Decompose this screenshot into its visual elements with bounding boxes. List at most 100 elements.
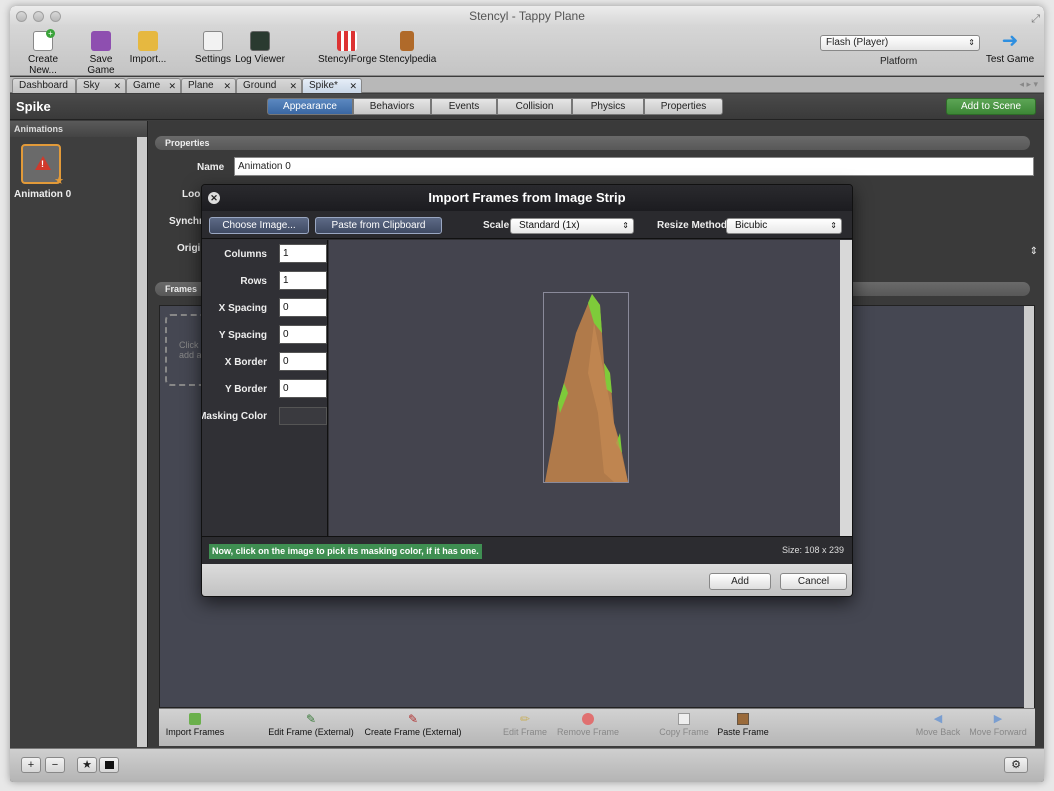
test-game-button[interactable]: ➜ Test Game (982, 31, 1038, 65)
edit-frame-external-button[interactable]: ✎ Edit Frame (External) (265, 713, 357, 737)
status-bar: + − ★ ⚙ (10, 748, 1044, 782)
copy-frame-button[interactable]: Copy Frame (658, 713, 710, 737)
close-icon[interactable]: ✕ (208, 192, 220, 204)
add-button[interactable]: Add (709, 573, 771, 590)
add-animation-button[interactable]: + (21, 757, 41, 773)
remove-animation-button[interactable]: − (45, 757, 65, 773)
exclamation-icon: ! (41, 159, 44, 169)
minimize-window-button[interactable] (33, 11, 44, 22)
x-border-label: X Border (224, 357, 267, 368)
cancel-button[interactable]: Cancel (780, 573, 847, 590)
y-border-field[interactable]: 0 (279, 379, 327, 398)
scale-label: Scale (483, 220, 510, 231)
title-bar: Stencyl - Tappy Plane ⤢ (10, 6, 1044, 26)
masking-color-swatch[interactable] (279, 407, 327, 425)
create-new-label: Create New... (27, 54, 58, 76)
create-frame-external-button[interactable]: ✎ Create Frame (External) (362, 713, 464, 737)
tab-scroll-arrows-icon[interactable]: ◂ ▸ ▾ (1019, 79, 1038, 90)
stencylpedia-button[interactable]: Stencylpedia (379, 31, 436, 65)
create-new-button[interactable]: + Create New... (14, 29, 72, 76)
edit-frame-external-label: Edit Frame (External) (268, 727, 354, 737)
select-arrows-icon: ⇕ (622, 221, 629, 230)
edit-frame-button[interactable]: ✏ Edit Frame (501, 713, 549, 737)
resize-method-value: Bicubic (735, 220, 768, 231)
select-arrows-icon[interactable]: ⇕ (1030, 246, 1038, 257)
close-tab-icon[interactable]: ✕ (113, 79, 121, 93)
tab-events[interactable]: Events (431, 98, 497, 115)
rows-label: Rows (240, 276, 267, 287)
move-forward-label: Move Forward (969, 727, 1027, 737)
tab-label: Ground (243, 80, 277, 91)
frames-scrollbar[interactable] (1024, 306, 1034, 709)
import-icon (138, 31, 158, 51)
columns-field[interactable]: 1 (279, 244, 327, 263)
x-spacing-field[interactable]: 0 (279, 298, 327, 317)
dialog-footer: Add Cancel (202, 564, 852, 596)
close-tab-icon[interactable]: ✕ (223, 79, 231, 93)
rows-field[interactable]: 1 (279, 271, 327, 290)
copy-icon (678, 713, 690, 725)
add-to-scene-button[interactable]: Add to Scene (946, 98, 1036, 115)
copy-frame-label: Copy Frame (659, 727, 709, 737)
paste-frame-label: Paste Frame (717, 727, 769, 737)
log-viewer-button[interactable]: Log Viewer (235, 31, 285, 65)
arrow-left-icon: ◀ (933, 713, 943, 725)
tab-behaviors[interactable]: Behaviors (353, 98, 431, 115)
spike-image[interactable] (543, 292, 629, 483)
remove-frame-button[interactable]: Remove Frame (556, 713, 620, 737)
gear-menu-button[interactable]: ⚙ (1004, 757, 1028, 773)
pencil-icon: ✏ (519, 712, 531, 726)
tab-spike[interactable]: Spike* ✕ (302, 78, 362, 93)
import-frames-label: Import Frames (165, 727, 225, 737)
import-button[interactable]: Import... (128, 31, 168, 65)
default-animation-star-button[interactable]: ★ (77, 757, 97, 773)
tab-physics[interactable]: Physics (572, 98, 644, 115)
remove-icon (582, 713, 594, 725)
y-spacing-field[interactable]: 0 (279, 325, 327, 344)
platform-select[interactable]: Flash (Player) ⇕ (820, 35, 980, 51)
image-preview[interactable] (329, 240, 842, 536)
animation-name-field[interactable]: Animation 0 (234, 157, 1034, 176)
close-tab-icon[interactable]: ✕ (349, 79, 357, 93)
animations-scrollbar[interactable] (137, 137, 147, 747)
arrow-right-icon: ▶ (993, 713, 1003, 725)
x-border-field[interactable]: 0 (279, 352, 327, 371)
animations-header: Animations (10, 121, 147, 137)
stencylforge-button[interactable]: StencylForge (318, 31, 377, 65)
close-window-button[interactable] (16, 11, 27, 22)
stencylforge-icon (337, 31, 357, 51)
tab-appearance[interactable]: Appearance (267, 98, 353, 115)
select-arrows-icon: ⇕ (830, 221, 837, 230)
tab-sky[interactable]: Sky ✕ (76, 78, 126, 93)
settings-button[interactable]: Settings (193, 31, 233, 65)
tab-properties[interactable]: Properties (644, 98, 723, 115)
main-toolbar: + Create New... Save Game Import... Sett… (10, 26, 1044, 76)
preview-scrollbar[interactable] (840, 240, 852, 536)
document-tab-bar: Dashboard Sky ✕ Game ✕ Plane ✕ Ground ✕ Spik… (10, 77, 1044, 93)
y-spacing-label: Y Spacing (218, 330, 267, 341)
paste-clipboard-button[interactable]: Paste from Clipboard (315, 217, 442, 234)
save-icon (91, 31, 111, 51)
move-back-button[interactable]: ◀ Move Back (915, 713, 961, 737)
animation-thumbnail[interactable]: ! ★ (21, 144, 64, 187)
tab-ground[interactable]: Ground ✕ (236, 78, 302, 93)
close-tab-icon[interactable]: ✕ (168, 79, 176, 93)
tab-plane[interactable]: Plane ✕ (181, 78, 236, 93)
animation-label: Animation 0 (14, 189, 72, 200)
zoom-window-button[interactable] (50, 11, 61, 22)
tab-game[interactable]: Game ✕ (126, 78, 181, 93)
paste-frame-button[interactable]: Paste Frame (716, 713, 770, 737)
duplicate-animation-button[interactable] (99, 757, 119, 773)
move-forward-button[interactable]: ▶ Move Forward (967, 713, 1029, 737)
close-tab-icon[interactable]: ✕ (289, 79, 297, 93)
import-frames-button[interactable]: Import Frames (163, 713, 227, 737)
tab-dashboard[interactable]: Dashboard (12, 78, 76, 93)
choose-image-button[interactable]: Choose Image... (209, 217, 309, 234)
tab-collision[interactable]: Collision (497, 98, 572, 115)
save-game-button[interactable]: Save Game (76, 31, 126, 76)
tab-label: Spike* (309, 80, 338, 91)
scale-select[interactable]: Standard (1x) ⇕ (510, 218, 634, 234)
resize-method-select[interactable]: Bicubic ⇕ (726, 218, 842, 234)
properties-header: Properties (155, 136, 1030, 150)
remove-frame-label: Remove Frame (556, 727, 619, 737)
